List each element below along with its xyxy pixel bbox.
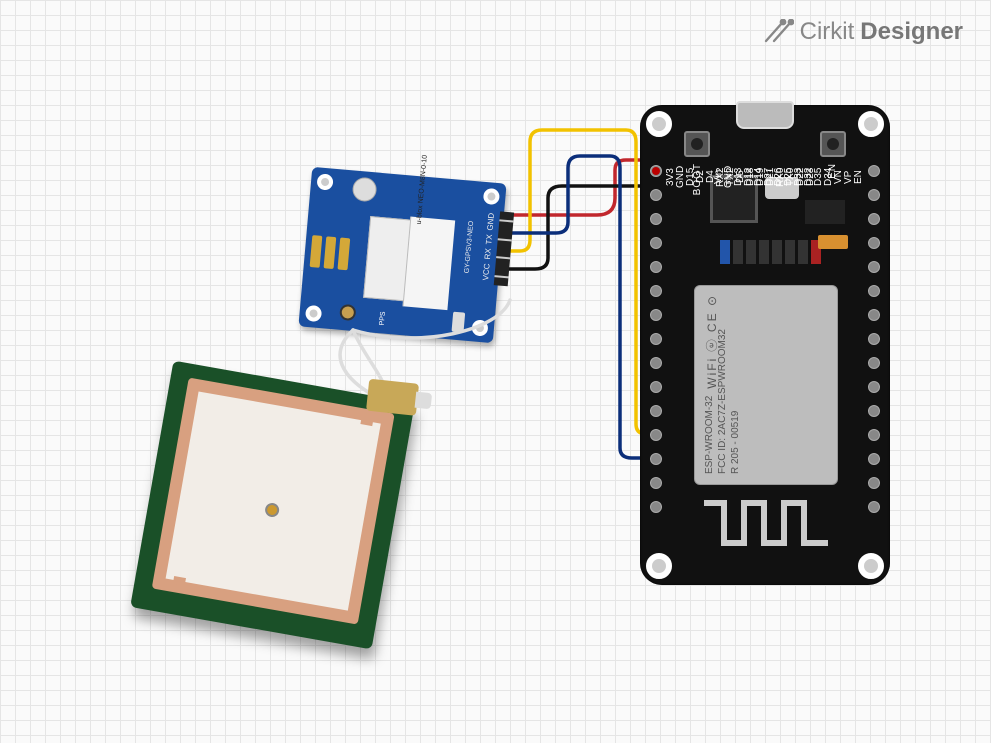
mounting-hole-icon [483, 188, 500, 205]
pin-d25[interactable] [868, 333, 880, 345]
pin-d27[interactable] [868, 285, 880, 297]
antenna-patch-icon [166, 391, 381, 610]
pin-en[interactable] [868, 501, 880, 513]
pin-tx0[interactable] [650, 453, 662, 465]
ufl-connector[interactable] [339, 304, 356, 321]
pin-vp[interactable] [868, 477, 880, 489]
gps-pin-labels: VCC RX TX GND [481, 212, 496, 281]
ublox-chip-label: u-blox NEO-M8N-0-10 [416, 144, 430, 224]
brand-text-1: Cirkit [800, 18, 855, 46]
cirkit-icon [764, 19, 794, 45]
regulator-icon [805, 200, 845, 224]
capacitor-icon [818, 235, 848, 249]
pin-d19[interactable] [650, 381, 662, 393]
brand-text-2: Designer [860, 18, 963, 46]
wire-vcc-3v3 [502, 160, 652, 215]
pin-vin[interactable] [868, 165, 880, 177]
gps-pin-tx[interactable] [496, 256, 510, 259]
mounting-hole-icon [646, 553, 672, 579]
boot-button[interactable] [684, 131, 710, 157]
esp32-shield-icon: WiFi ⓔ CE ⊙ ESP-WROOM-32 FCC ID: 2AC7Z-E… [694, 285, 838, 485]
schematic-canvas[interactable]: Cirkit Designer BOOT EN WiFi ⓔ CE ⊙ [0, 0, 991, 743]
mounting-hole-icon [646, 111, 672, 137]
gps-pin-header[interactable] [494, 211, 514, 286]
pin-tx2[interactable] [650, 309, 662, 321]
mounting-hole-icon [305, 305, 322, 322]
wire-gnd [506, 186, 652, 269]
wire-tx-rx0 [505, 130, 652, 434]
esp32-left-pinrow[interactable] [650, 165, 662, 513]
mounting-hole-icon [858, 553, 884, 579]
pin-d26[interactable] [868, 309, 880, 321]
pin-d2[interactable] [650, 237, 662, 249]
pin-d12[interactable] [868, 237, 880, 249]
brand-logo: Cirkit Designer [764, 18, 963, 46]
gps-neo6m-module[interactable]: u-blox NEO-M8N-0-10 PPS VCC RX TX GND GY… [298, 167, 506, 343]
gps-pin-gnd[interactable] [494, 275, 508, 278]
en-button[interactable] [820, 131, 846, 157]
wire-rx-tx0 [503, 156, 652, 458]
ublox-chip-icon [363, 216, 452, 305]
gps-pin-vcc[interactable] [499, 220, 513, 223]
pin-d18[interactable] [650, 357, 662, 369]
esp32-right-labels: VinGND D13D12 D14D27 D26D25 D33D32 D35D3… [714, 165, 864, 189]
pin-gnd-r[interactable] [868, 189, 880, 201]
pin-d13[interactable] [868, 213, 880, 225]
pcb-antenna-icon [694, 493, 838, 557]
pin-gnd-l[interactable] [650, 189, 662, 201]
pin-vn[interactable] [868, 453, 880, 465]
pin-d34[interactable] [868, 429, 880, 441]
pin-d15[interactable] [650, 213, 662, 225]
pin-rx0[interactable] [650, 429, 662, 441]
pin-d23[interactable] [650, 501, 662, 513]
mounting-hole-icon [858, 111, 884, 137]
pin-d35[interactable] [868, 405, 880, 417]
gps-reset-icon [452, 312, 466, 333]
mounting-hole-icon [316, 173, 333, 190]
pin-d5[interactable] [650, 333, 662, 345]
pin-d22[interactable] [650, 477, 662, 489]
mounting-hole-icon [471, 319, 488, 336]
shield-text: ESP-WROOM-32 FCC ID: 2AC7Z-ESPWROOM32 R … [703, 329, 742, 474]
sma-connector[interactable] [366, 379, 419, 416]
pin-rx2[interactable] [650, 285, 662, 297]
pin-d32[interactable] [868, 381, 880, 393]
gold-pads-icon [310, 235, 351, 270]
backup-battery-icon [352, 176, 378, 202]
gps-pin-rx[interactable] [498, 238, 512, 241]
micro-usb-icon [736, 101, 794, 129]
led-array-icon [720, 240, 821, 264]
pin-d21[interactable] [650, 405, 662, 417]
esp32-right-pinrow[interactable] [868, 165, 880, 513]
esp32-devkit[interactable]: BOOT EN WiFi ⓔ CE ⊙ ESP-WROOM-32 FCC ID:… [640, 105, 890, 585]
gps-board-label: GY-GPSV3-NEO [464, 221, 476, 274]
pin-3v3[interactable] [650, 165, 662, 177]
gps-led-label: PPS [379, 311, 387, 326]
gps-patch-antenna[interactable] [130, 361, 415, 650]
pin-d4[interactable] [650, 261, 662, 273]
pin-d33[interactable] [868, 357, 880, 369]
pin-d14[interactable] [868, 261, 880, 273]
